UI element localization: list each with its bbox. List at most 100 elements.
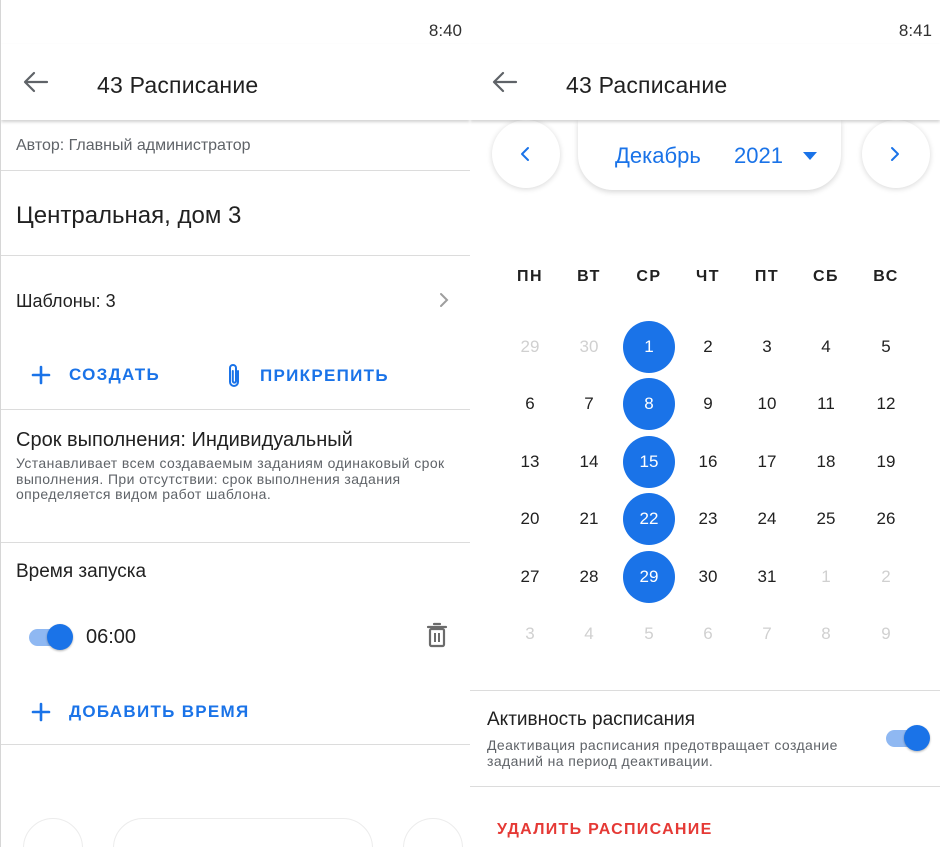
calendar-day[interactable]: 12 [860,378,912,430]
status-time: 8:41 [898,21,932,40]
calendar-day[interactable]: 3 [741,321,793,373]
page-title: 43 Расписание [566,72,728,98]
deadline-title[interactable]: Срок выполнения: Индивидуальный [16,429,353,452]
chevron-right-icon [440,293,449,307]
address-title: Центральная, дом 3 [16,202,242,229]
calendar-day[interactable]: 28 [563,551,615,603]
weekday-header: СР [636,268,662,285]
calendar-day[interactable]: 16 [682,436,734,488]
calendar-day-outside: 6 [703,624,713,643]
plus-icon [31,365,51,385]
chevron-left-icon [521,147,529,161]
calendar-day[interactable]: 31 [741,551,793,603]
calendar-day[interactable]: 7 [563,378,615,430]
calendar-day-outside: 8 [821,624,831,643]
calendar-day[interactable]: 27 [504,551,556,603]
calendar-next-button-partial [403,818,463,847]
attach-template-button[interactable]: ПРИКРЕПИТЬ [226,362,389,390]
author-label: Автор: Главный администратор [16,137,251,154]
calendar-day-selected[interactable]: 29 [623,551,675,603]
calendar-day-selected[interactable]: 8 [623,378,675,430]
app-bar: 43 Расписание [470,44,940,120]
divider [470,786,940,787]
calendar-day[interactable]: 13 [504,436,556,488]
divider [1,409,470,410]
prev-month-button[interactable] [492,120,560,188]
add-time-button[interactable]: ДОБАВИТЬ ВРЕМЯ [31,702,250,722]
calendar-day[interactable]: 14 [563,436,615,488]
divider [1,744,470,745]
divider [1,255,470,256]
calendar-day[interactable]: 24 [741,493,793,545]
calendar-day-outside: 1 [821,567,831,586]
trash-icon[interactable] [426,622,448,648]
caret-down-icon [803,152,817,160]
calendar-day-outside: 9 [881,624,891,643]
back-arrow-icon[interactable] [492,70,518,94]
app-bar: 43 Расписание [1,44,470,120]
calendar-day-outside: 7 [762,624,772,643]
calendar-day[interactable]: 11 [800,378,852,430]
create-template-label: СОЗДАТЬ [69,365,160,384]
toggle-thumb [904,725,930,751]
deadline-description: Устанавливает всем создаваемым заданиям … [16,455,445,502]
calendar-day[interactable]: 10 [741,378,793,430]
weekday-header: СБ [812,268,840,285]
calendar-day[interactable]: 6 [504,378,556,430]
month-year-selector[interactable]: Декабрь 2021 [578,120,841,190]
schedule-details-screen: 8:40 43 Расписание Автор: Главный админи… [0,0,470,847]
templates-label: Шаблоны: 3 [16,291,116,311]
schedule-active-toggle[interactable] [884,723,932,753]
add-time-label: ДОБАВИТЬ ВРЕМЯ [69,702,250,721]
status-time: 8:40 [428,21,462,40]
weekday-header: ВС [873,268,899,285]
calendar-day[interactable]: 9 [682,378,734,430]
calendar-day[interactable]: 25 [800,493,852,545]
chevron-right-icon [891,147,899,161]
calendar-day[interactable]: 2 [682,321,734,373]
calendar-day-outside: 3 [525,624,535,643]
calendar-day-outside: 2 [881,567,891,586]
templates-row[interactable]: Шаблоны: 3 [1,272,470,328]
divider [1,542,470,543]
divider [470,690,940,691]
calendar-day-outside: 5 [644,624,654,643]
month-label: Декабрь [615,143,701,168]
delete-schedule-button[interactable]: УДАЛИТЬ РАСПИСАНИЕ [497,821,713,839]
calendar-day[interactable]: 23 [682,493,734,545]
schedule-active-title: Активность расписания [487,709,696,730]
divider [1,170,470,171]
launch-time-toggle[interactable] [27,622,75,652]
launch-time-title: Время запуска [16,561,147,582]
calendar-day-selected[interactable]: 1 [623,321,675,373]
calendar-day[interactable]: 20 [504,493,556,545]
attach-template-label: ПРИКРЕПИТЬ [260,366,389,385]
calendar-day[interactable]: 30 [682,551,734,603]
status-bar: 8:41 [470,0,940,44]
toggle-thumb [47,624,73,650]
calendar-day-selected[interactable]: 15 [623,436,675,488]
weekday-header: ПН [516,268,544,285]
weekday-header: ВТ [577,268,601,285]
calendar-day[interactable]: 18 [800,436,852,488]
next-month-button[interactable] [862,120,930,188]
weekday-header: ЧТ [695,268,720,285]
calendar-day[interactable]: 26 [860,493,912,545]
back-arrow-icon[interactable] [23,70,49,94]
schedule-calendar-screen: 8:41 43 Расписание Декабрь 2021 ПН ВТ СР ЧТ… [470,0,940,847]
calendar-day[interactable]: 19 [860,436,912,488]
calendar-day-outside: 29 [520,337,540,356]
year-label: 2021 [734,143,783,168]
calendar-day-outside: 30 [579,337,599,356]
create-template-button[interactable]: СОЗДАТЬ [31,365,160,385]
status-bar: 8:40 [1,0,470,44]
plus-icon [31,702,51,722]
calendar-day[interactable]: 17 [741,436,793,488]
calendar-day[interactable]: 21 [563,493,615,545]
weekday-header: ПТ [754,268,780,285]
paperclip-icon [229,364,239,387]
calendar-day[interactable]: 4 [800,321,852,373]
launch-time-value[interactable]: 06:00 [86,626,136,649]
calendar-day-selected[interactable]: 22 [623,493,675,545]
calendar-day[interactable]: 5 [860,321,912,373]
